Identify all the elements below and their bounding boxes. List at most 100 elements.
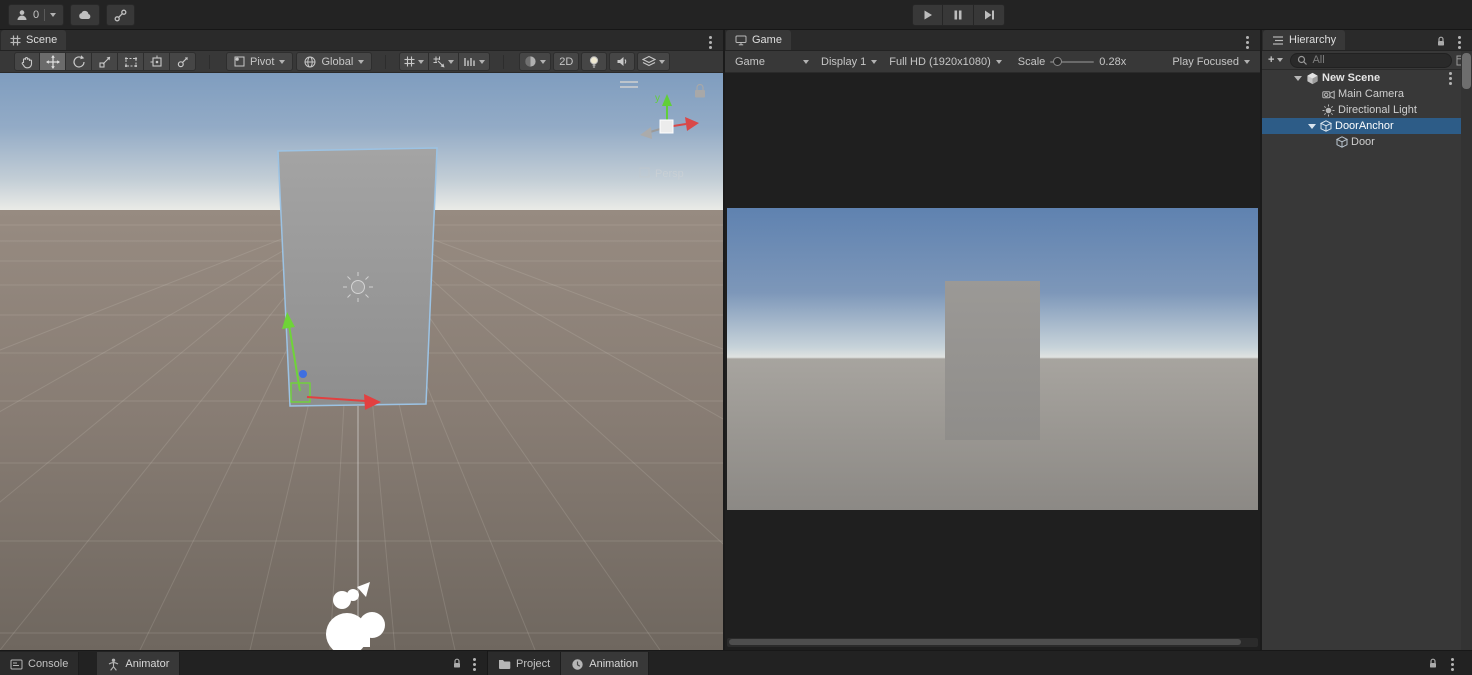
door-object[interactable] (277, 147, 438, 407)
tab-hierarchy[interactable]: Hierarchy (1263, 30, 1346, 50)
target-label: Game (735, 55, 765, 68)
ruler-button[interactable] (459, 52, 491, 71)
game-menu-kebab-icon[interactable] (1243, 36, 1251, 49)
scene-tabbar: Scene (0, 30, 723, 51)
draw-mode-dropdown[interactable] (519, 52, 552, 71)
pivot-label: Pivot (250, 55, 275, 68)
grid-snapping-button[interactable] (399, 52, 430, 71)
gizmo-center-cube[interactable] (659, 119, 674, 134)
tab-label: Project (516, 658, 551, 670)
gizmo-x-cone[interactable] (685, 117, 699, 131)
camera-gizmo-icon[interactable] (326, 582, 385, 650)
hand-tool-button[interactable] (14, 52, 40, 71)
scene-viewport[interactable]: y Persp (0, 73, 723, 650)
unity-scene-icon (1307, 72, 1318, 84)
pause-icon (954, 10, 962, 20)
tree-row-door[interactable]: Door (1262, 134, 1461, 150)
account-button[interactable]: 0 (8, 4, 65, 26)
lighting-toggle-button[interactable] (581, 52, 608, 71)
hand-tool-icon (21, 56, 33, 68)
tree-label: DoorAnchor (1335, 120, 1394, 132)
animator-icon (109, 658, 119, 671)
gizmo-y-cone[interactable] (662, 94, 672, 106)
tab-project[interactable]: Project (488, 652, 562, 675)
tab-label: Animation (589, 658, 639, 670)
lock-icon[interactable] (1428, 658, 1438, 669)
rotate-tool-button[interactable] (66, 52, 92, 71)
pivot-dropdown[interactable]: Pivot (226, 52, 294, 71)
chevron-down-icon (659, 59, 666, 64)
game-target-dropdown[interactable]: Game (729, 52, 815, 71)
resolution-dropdown[interactable]: Full HD (1920x1080) (883, 52, 1008, 71)
gizmo-z-cone[interactable] (640, 127, 652, 139)
display-dropdown[interactable]: Display 1 (815, 52, 883, 71)
tab-animation[interactable]: Animation (561, 652, 650, 675)
cube-icon (1336, 136, 1348, 148)
hierarchy-scrollbar[interactable] (1461, 51, 1472, 650)
hierarchy-menu-kebab-icon[interactable] (1455, 36, 1463, 49)
folder-icon (499, 660, 511, 669)
effects-dropdown[interactable] (637, 52, 671, 71)
tab-label: Game (752, 34, 782, 46)
step-button[interactable] (974, 4, 1005, 26)
lock-icon[interactable] (1436, 36, 1446, 47)
cloud-button[interactable] (70, 4, 101, 26)
scale-slider[interactable] (1050, 56, 1095, 68)
gizmo-plane-handle[interactable] (290, 382, 311, 403)
tree-row-main-camera[interactable]: Main Camera (1262, 86, 1461, 102)
game-tabbar: Game (725, 30, 1260, 51)
snap-increment-button[interactable] (429, 52, 460, 71)
lock-icon[interactable] (695, 83, 705, 98)
overlay-menu-icon[interactable] (620, 81, 638, 88)
audio-toggle-button[interactable] (609, 52, 636, 71)
dock-menu-kebab-icon[interactable] (470, 658, 478, 671)
tree-label: New Scene (1322, 72, 1381, 84)
slider-knob[interactable] (1053, 57, 1063, 66)
add-object-dropdown[interactable]: + (1265, 52, 1286, 68)
separator (503, 54, 505, 69)
play-button[interactable] (912, 4, 943, 26)
custom-tool-button[interactable] (170, 52, 196, 71)
gizmo-z-handle[interactable] (299, 370, 307, 378)
focus-mode-dropdown[interactable]: Play Focused (1166, 52, 1256, 71)
game-horizontal-scrollbar[interactable] (727, 638, 1258, 647)
lock-icon[interactable] (452, 658, 462, 669)
move-tool-icon (45, 54, 60, 69)
effects-icon (642, 55, 657, 67)
scene-menu-kebab-icon[interactable] (706, 36, 714, 49)
transform-tool-button[interactable] (144, 52, 170, 71)
scale-tool-button[interactable] (92, 52, 118, 71)
tab-console[interactable]: Console (0, 652, 80, 675)
scene-toolbar: Pivot Global 2D (0, 51, 723, 73)
move-tool-button[interactable] (40, 52, 66, 71)
plus-icon: + (1268, 54, 1275, 66)
handle-space-dropdown[interactable]: Global (296, 52, 373, 71)
pause-button[interactable] (943, 4, 974, 26)
tree-row-dooranchor[interactable]: DoorAnchor (1262, 118, 1461, 134)
dock-menu-kebab-icon[interactable] (1448, 658, 1456, 671)
step-icon (984, 10, 994, 20)
2d-label: 2D (559, 55, 574, 68)
transform-tool-icon (150, 55, 162, 67)
tree-row-new-scene[interactable]: New Scene (1262, 70, 1461, 86)
scene-options-kebab-icon[interactable] (1446, 71, 1454, 85)
expand-arrow-icon[interactable] (1308, 123, 1316, 129)
scrollbar-thumb[interactable] (729, 639, 1241, 645)
tree-row-directional-light[interactable]: Directional Light (1262, 102, 1461, 118)
tab-game[interactable]: Game (726, 30, 791, 50)
tab-animator[interactable]: Animator (97, 652, 181, 675)
hierarchy-panel: Hierarchy + New Scene (1262, 30, 1472, 650)
chevron-down-icon (279, 59, 286, 64)
hierarchy-search-box (1290, 52, 1452, 68)
2d-toggle-button[interactable]: 2D (553, 52, 580, 71)
expand-arrow-icon[interactable] (1294, 75, 1302, 81)
rect-tool-button[interactable] (118, 52, 144, 71)
search-input[interactable] (1312, 54, 1445, 66)
scale-tool-icon (98, 56, 110, 68)
scrollbar-thumb[interactable] (1462, 53, 1471, 89)
hierarchy-toolbar: + (1262, 51, 1472, 70)
projection-label[interactable]: Persp (655, 168, 684, 180)
tab-scene[interactable]: Scene (1, 30, 67, 50)
chevron-down-icon (418, 59, 425, 64)
collab-button[interactable] (106, 4, 136, 26)
